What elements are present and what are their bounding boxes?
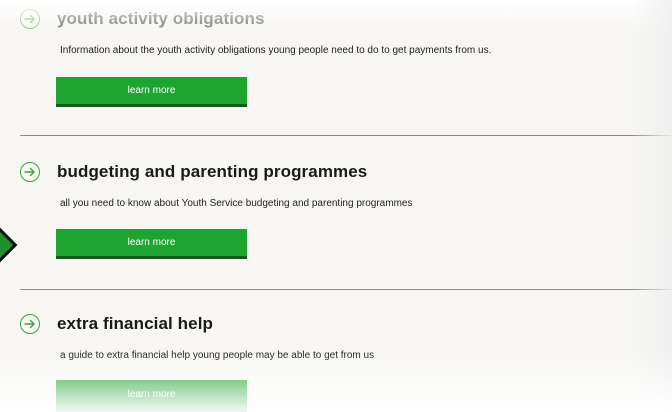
section-heading-row[interactable]: budgeting and parenting programmes xyxy=(20,162,367,182)
learn-more-button[interactable]: learn more xyxy=(56,229,247,259)
section-divider xyxy=(20,289,672,290)
section-heading-row[interactable]: youth activity obligations xyxy=(20,9,265,29)
arrow-right-circle-icon xyxy=(20,314,40,334)
learn-more-button[interactable]: learn more xyxy=(56,77,247,107)
section-description: a guide to extra financial help young pe… xyxy=(60,350,375,361)
page: youth activity obligations Information a… xyxy=(0,0,672,412)
section-description: Information about the youth activity obl… xyxy=(60,45,492,56)
section-description: all you need to know about Youth Service… xyxy=(60,198,413,209)
section-heading-row[interactable]: extra financial help xyxy=(20,314,213,334)
learn-more-button[interactable]: learn more xyxy=(56,380,247,412)
section-divider xyxy=(20,135,672,136)
arrow-right-circle-icon xyxy=(20,9,40,29)
section-title: youth activity obligations xyxy=(57,9,265,28)
arrow-right-circle-icon xyxy=(20,162,40,182)
section-title: budgeting and parenting programmes xyxy=(57,162,368,181)
section-title: extra financial help xyxy=(57,314,213,333)
